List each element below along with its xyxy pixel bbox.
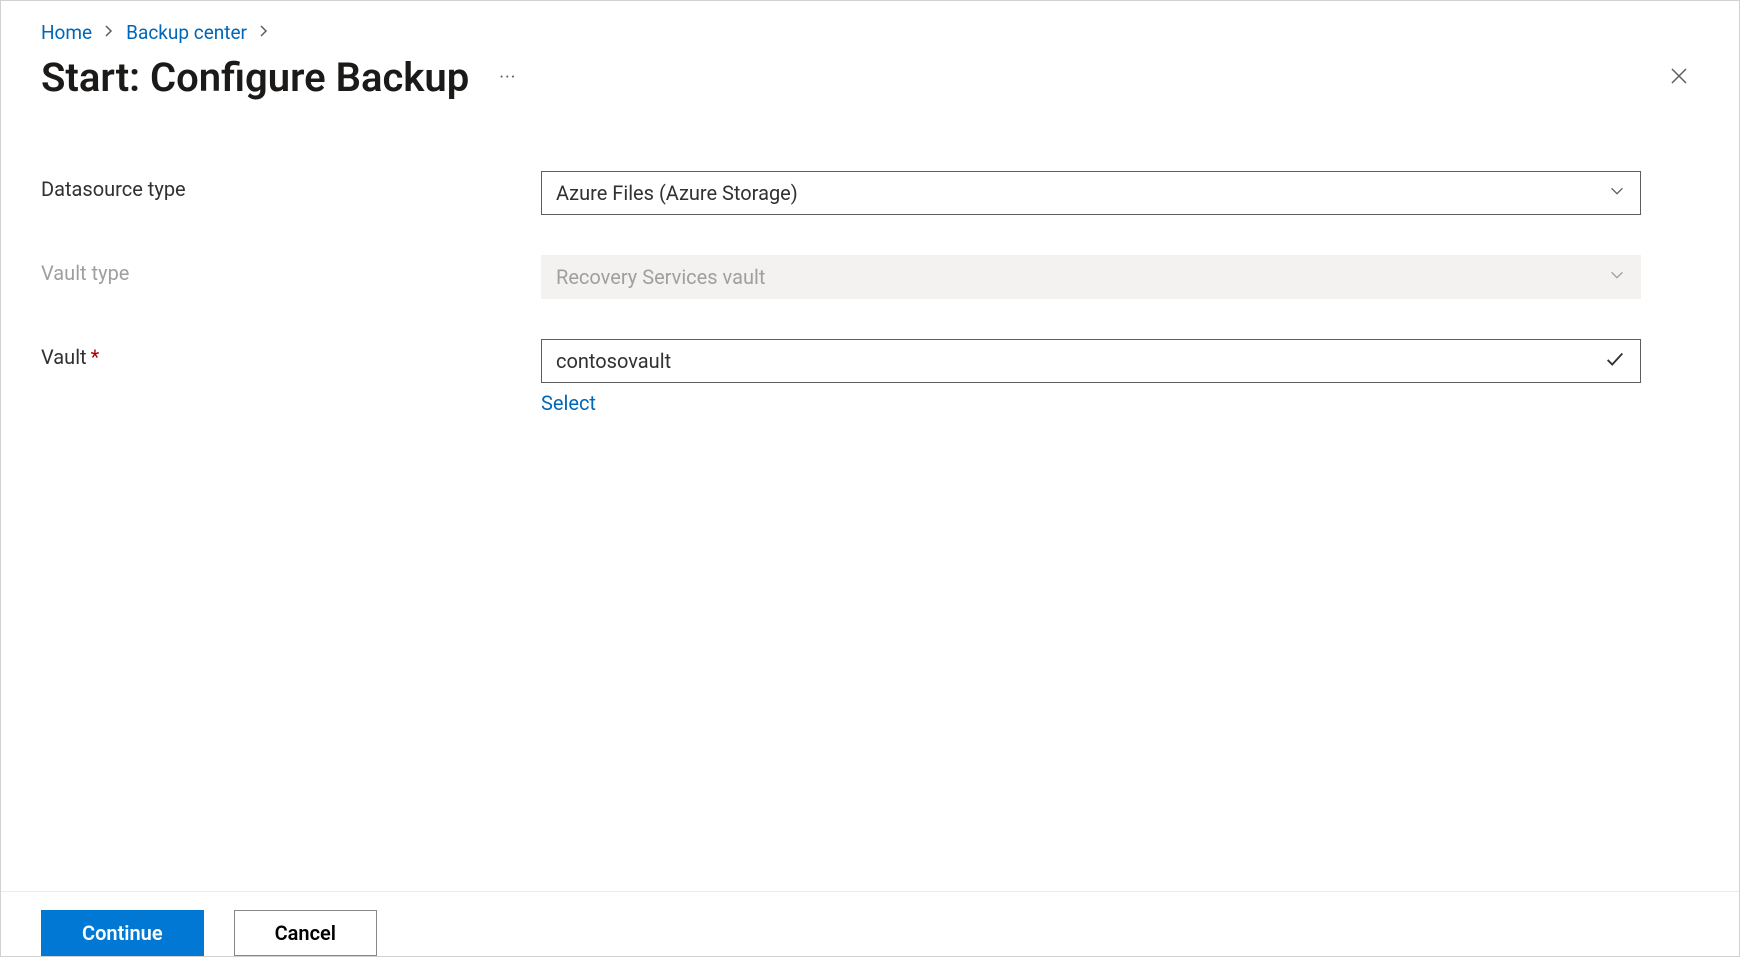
label-vault-type: Vault type: [41, 255, 541, 285]
select-vault-link[interactable]: Select: [541, 391, 1641, 415]
continue-button[interactable]: Continue: [41, 910, 204, 956]
select-datasource-type[interactable]: Azure Files (Azure Storage): [541, 171, 1641, 215]
title-row: Start: Configure Backup ···: [41, 54, 1699, 101]
more-actions-button[interactable]: ···: [499, 67, 516, 88]
form-area: Datasource type Azure Files (Azure Stora…: [41, 171, 1699, 415]
breadcrumb: Home Backup center: [41, 21, 1699, 44]
select-vault-type-value: Recovery Services vault: [556, 265, 765, 289]
footer-bar: Continue Cancel: [1, 891, 1739, 956]
close-icon[interactable]: [1659, 57, 1699, 99]
row-vault: Vault* contosovault Select: [41, 339, 1699, 415]
cancel-button[interactable]: Cancel: [234, 910, 377, 956]
required-indicator: *: [91, 345, 100, 369]
label-vault: Vault*: [41, 339, 541, 369]
row-vault-type: Vault type Recovery Services vault: [41, 255, 1699, 299]
chevron-down-icon: [1608, 181, 1626, 205]
row-datasource-type: Datasource type Azure Files (Azure Stora…: [41, 171, 1699, 215]
chevron-right-icon: [104, 23, 114, 42]
breadcrumb-home[interactable]: Home: [41, 21, 92, 44]
select-vault-value: contosovault: [556, 349, 671, 373]
label-datasource-type: Datasource type: [41, 171, 541, 201]
breadcrumb-backup-center[interactable]: Backup center: [126, 21, 247, 44]
page-title: Start: Configure Backup: [41, 54, 469, 101]
select-datasource-type-value: Azure Files (Azure Storage): [556, 181, 798, 205]
check-icon: [1604, 348, 1626, 375]
select-vault-type: Recovery Services vault: [541, 255, 1641, 299]
select-vault[interactable]: contosovault: [541, 339, 1641, 383]
chevron-right-icon: [259, 23, 269, 42]
chevron-down-icon: [1608, 265, 1626, 289]
